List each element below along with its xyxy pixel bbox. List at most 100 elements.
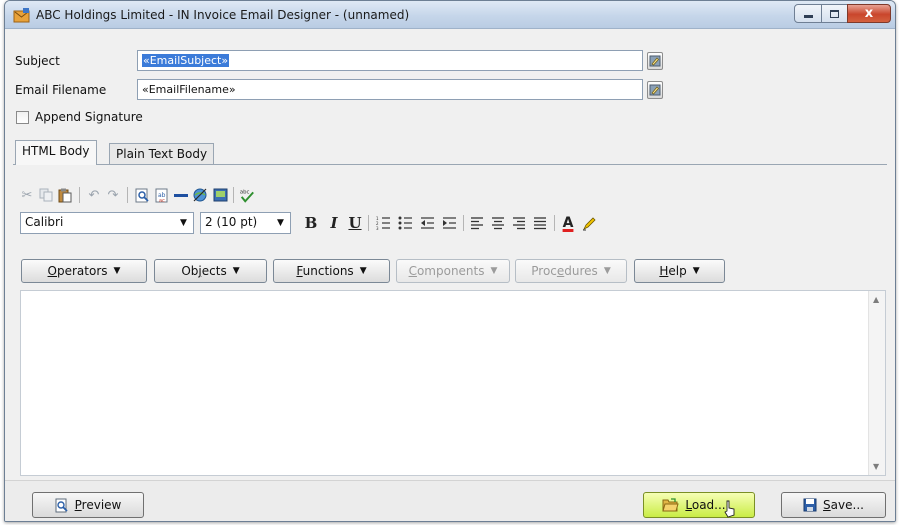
undo-icon[interactable]: ↶ [86,187,102,203]
hand-cursor-icon [723,500,735,518]
underline-button[interactable]: U [346,214,364,232]
folder-open-icon [662,498,680,512]
bold-button[interactable]: B [302,214,320,232]
menu-label: Help [659,264,687,278]
align-left-icon [471,216,483,229]
cut-icon[interactable]: ✂ [19,187,35,203]
indent-button[interactable] [440,214,458,232]
dropdown-arrow-icon: ▼ [490,266,498,276]
italic-button[interactable]: I [325,214,343,232]
align-left-button[interactable] [468,214,486,232]
operators-menu-button[interactable]: Operators ▼ [21,259,147,283]
title-bar[interactable]: ABC Holdings Limited - IN Invoice Email … [5,1,895,29]
find-icon[interactable] [134,187,150,203]
justify-button[interactable] [531,214,549,232]
subject-label: Subject [15,54,60,68]
menu-label: Procedures [531,264,598,278]
window-title: ABC Holdings Limited - IN Invoice Email … [36,8,410,22]
toolbar-separator [463,215,464,231]
bullet-list-icon [398,216,412,230]
font-family-value: Calibri [25,215,64,229]
indent-icon [442,217,456,229]
font-size-value: 2 (10 pt) [205,215,258,229]
menu-label: Functions [296,264,354,278]
hyperlink-icon[interactable] [192,187,208,203]
font-family-select[interactable]: Calibri ▼ [20,212,194,234]
justify-icon [534,216,546,229]
font-size-select[interactable]: 2 (10 pt) ▼ [200,212,291,234]
dropdown-arrow-icon: ▼ [113,266,121,276]
chevron-down-icon: ▼ [277,218,284,228]
save-label: Save... [823,498,864,512]
close-button[interactable]: x [847,4,891,23]
bullet-list-button[interactable] [396,214,414,232]
dropdown-arrow-icon: ▼ [603,266,611,276]
dropdown-arrow-icon: ▼ [692,266,700,276]
filename-expression-button[interactable] [647,81,663,99]
toolbar-separator [368,215,369,231]
numbered-list-button[interactable]: 123 [374,214,392,232]
spell-check-icon[interactable]: abc [239,187,255,203]
menu-label: Components [408,264,485,278]
maximize-button[interactable] [821,4,848,23]
preview-button[interactable]: Preview [32,492,144,518]
insert-image-icon[interactable] [212,187,228,203]
outdent-icon [420,217,434,229]
save-icon [803,498,817,512]
replace-icon[interactable]: ab ac [154,187,170,203]
subject-input[interactable]: «EmailSubject» [137,50,643,71]
minimize-icon [803,15,813,18]
toolbar-separator [233,187,234,203]
dropdown-arrow-icon: ▼ [232,266,240,276]
svg-text:abc: abc [240,189,250,195]
maximize-icon [830,9,839,18]
save-button[interactable]: Save... [781,492,886,518]
append-signature-label: Append Signature [35,110,143,124]
tab-plain-text-body[interactable]: Plain Text Body [109,143,215,165]
preview-icon [55,498,68,512]
chevron-down-icon: ▼ [180,218,187,228]
scroll-up-icon[interactable]: ▲ [873,295,879,304]
horizontal-rule-icon[interactable] [173,187,189,203]
load-button[interactable]: Load... [643,492,755,518]
redo-icon[interactable]: ↷ [105,187,121,203]
edit-expression-icon [649,84,661,96]
dropdown-arrow-icon: ▼ [359,266,367,276]
objects-menu-button[interactable]: Objects ▼ [154,259,267,283]
copy-icon[interactable] [38,187,54,203]
html-body-editor[interactable]: ▲ ▼ [20,290,886,476]
align-right-button[interactable] [510,214,528,232]
outdent-button[interactable] [418,214,436,232]
toolbar-separator [79,187,80,203]
preview-label: Preview [74,498,122,512]
editor-scrollbar[interactable]: ▲ ▼ [868,291,885,475]
filename-label: Email Filename [15,83,107,97]
minimize-button[interactable] [794,4,822,23]
paste-icon[interactable] [57,187,73,203]
email-designer-window: ABC Holdings Limited - IN Invoice Email … [4,0,896,522]
procedures-menu-button[interactable]: Procedures ▼ [515,259,627,283]
functions-menu-button[interactable]: Functions ▼ [273,259,390,283]
append-signature-checkbox[interactable] [16,111,29,124]
menu-label: Objects [181,264,227,278]
align-center-button[interactable] [489,214,507,232]
svg-text:3: 3 [376,226,379,230]
menu-label: Operators [47,264,108,278]
align-right-icon [513,216,525,229]
help-menu-button[interactable]: Help ▼ [634,259,725,283]
edit-expression-icon [649,55,661,67]
scroll-down-icon[interactable]: ▼ [873,462,879,471]
subject-value: «EmailSubject» [142,54,230,67]
font-color-button[interactable]: A [559,214,577,232]
components-menu-button[interactable]: Components ▼ [396,259,510,283]
highlight-button[interactable] [580,214,598,232]
filename-input[interactable]: «EmailFilename» [137,79,643,100]
close-icon: x [864,6,874,21]
svg-text:ac: ac [159,198,165,203]
toolbar-separator [127,187,128,203]
load-label: Load... [685,498,726,512]
align-center-icon [492,216,504,229]
tab-html-body[interactable]: HTML Body [15,140,97,165]
subject-expression-button[interactable] [647,52,663,70]
app-icon [13,8,30,23]
